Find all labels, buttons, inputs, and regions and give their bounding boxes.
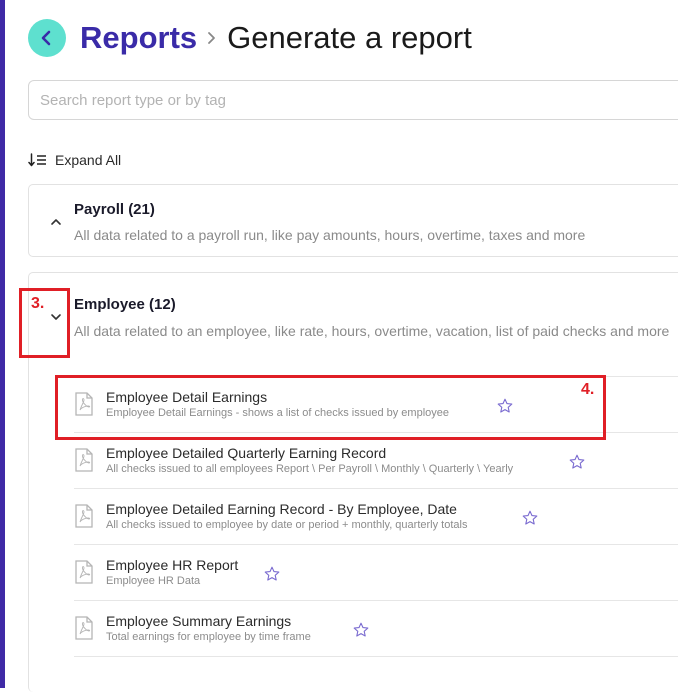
pdf-file-icon bbox=[75, 616, 93, 640]
report-description: All checks issued to all employees Repor… bbox=[106, 463, 514, 475]
star-icon[interactable] bbox=[353, 622, 369, 638]
report-row[interactable]: Employee HR Report Employee HR Data bbox=[74, 544, 678, 600]
back-button[interactable] bbox=[28, 19, 66, 57]
report-row[interactable]: Employee Detailed Quarterly Earning Reco… bbox=[74, 432, 678, 488]
star-icon[interactable] bbox=[522, 510, 538, 526]
report-row[interactable]: Employee Detailed Earning Record - By Em… bbox=[74, 488, 678, 544]
pdf-file-icon bbox=[75, 504, 93, 528]
category-card-employee[interactable]: Employee (12) All data related to an emp… bbox=[28, 272, 678, 692]
breadcrumb-reports-link[interactable]: Reports bbox=[80, 20, 197, 56]
report-description: Total earnings for employee by time fram… bbox=[106, 631, 311, 643]
annotation-label-4: 4. bbox=[581, 381, 595, 398]
pdf-file-icon bbox=[75, 560, 93, 584]
report-row-divider bbox=[74, 656, 678, 696]
page-title: Generate a report bbox=[227, 20, 472, 55]
expand-all-button[interactable]: Expand All bbox=[28, 152, 121, 168]
report-title: Employee Detailed Quarterly Earning Reco… bbox=[106, 445, 387, 461]
category-title: Employee (12) bbox=[74, 296, 176, 313]
search-input[interactable] bbox=[28, 80, 678, 120]
chevron-right-icon bbox=[207, 31, 217, 45]
report-description: Employee HR Data bbox=[106, 575, 201, 587]
expand-all-label: Expand All bbox=[55, 152, 122, 168]
category-description: All data related to an employee, like ra… bbox=[74, 323, 670, 339]
star-icon[interactable] bbox=[264, 566, 280, 582]
chevron-left-icon bbox=[41, 30, 51, 46]
category-title: Payroll (21) bbox=[74, 201, 155, 218]
category-description: All data related to a payroll run, like … bbox=[74, 227, 586, 243]
chevron-up-icon[interactable] bbox=[49, 215, 63, 229]
annotation-label-3: 3. bbox=[31, 295, 45, 312]
sort-expand-icon bbox=[28, 153, 46, 167]
report-description: All checks issued to employee by date or… bbox=[106, 519, 468, 531]
report-title: Employee Detailed Earning Record - By Em… bbox=[106, 501, 457, 517]
left-accent-bar bbox=[0, 0, 5, 688]
annotation-box-4 bbox=[55, 375, 606, 440]
category-card-payroll[interactable]: Payroll (21) All data related to a payro… bbox=[28, 184, 678, 257]
star-icon[interactable] bbox=[569, 454, 585, 470]
breadcrumb: Reports Generate a report bbox=[28, 18, 472, 58]
annotation-box-3 bbox=[19, 288, 70, 358]
report-title: Employee Summary Earnings bbox=[106, 613, 292, 629]
report-row[interactable]: Employee Summary Earnings Total earnings… bbox=[74, 600, 678, 656]
report-title: Employee HR Report bbox=[106, 557, 239, 573]
pdf-file-icon bbox=[75, 448, 93, 472]
